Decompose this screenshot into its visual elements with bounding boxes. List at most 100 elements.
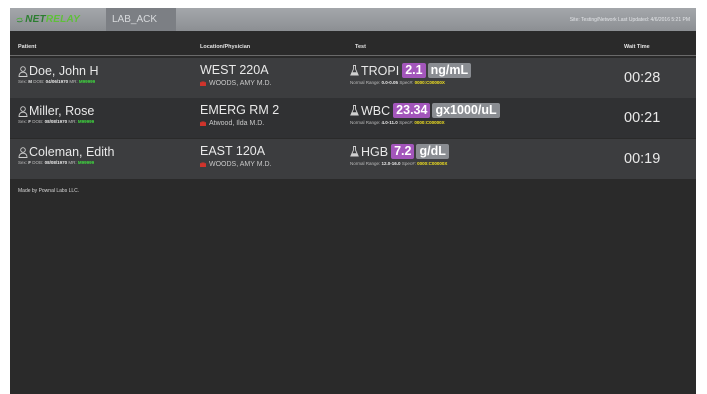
table-row[interactable]: Miller, Rose Sex: F DOB: 08/08/1970 MR: … [10, 98, 696, 138]
person-icon [18, 146, 28, 158]
person-icon [18, 65, 28, 77]
wait-time: 00:21 [624, 110, 661, 126]
sex-label: Sex: [18, 160, 28, 165]
normal-range-value: 4.0-11.0 [381, 120, 398, 125]
dob-label: DOB: [32, 119, 44, 124]
patient-name: Coleman, Edith [18, 145, 198, 159]
column-header-test[interactable]: Test [355, 44, 366, 50]
test-line: WBC 23.34 gx1000/uL [350, 103, 620, 118]
footer-credit: Made by Pownal Labs LLC. [18, 188, 80, 194]
site-info: Site: Testing/Network Last Updated: 4/6/… [569, 16, 690, 23]
table-row[interactable]: Doe, John H Sex: M DOB: 04/06/1970 MR: M… [10, 58, 696, 98]
mr-label: MR: [69, 79, 78, 84]
flask-icon [350, 105, 359, 116]
test-unit-badge: ng/mL [427, 63, 472, 78]
logo-net: NET [25, 14, 46, 25]
flask-icon [350, 65, 359, 76]
test-cell: WBC 23.34 gx1000/uL Normal Range: 4.0-11… [350, 103, 620, 125]
briefcase-icon [200, 121, 206, 126]
normal-range-value: 0.0-0.05 [381, 80, 399, 85]
spec-label: Spec#: [399, 80, 414, 85]
patient-mrn: M99999 [77, 119, 95, 124]
spec-number: 0000:C00000X [414, 120, 445, 125]
patient-meta: Sex: M DOB: 04/06/1970 MR: M99999 [18, 79, 198, 84]
patient-meta: Sex: F DOB: 08/08/1970 MR: M99999 [18, 160, 198, 165]
patient-cell: Miller, Rose Sex: F DOB: 08/08/1970 MR: … [18, 104, 198, 124]
test-value-badge: 7.2 [391, 144, 415, 159]
column-header-wait[interactable]: Wait Time [624, 44, 650, 50]
patient-name-text: Miller, Rose [29, 104, 95, 118]
spec-label: Spec#: [401, 161, 416, 166]
location-cell: EAST 120A WOODS, AMY M.D. [200, 144, 350, 168]
flask-icon [350, 146, 359, 157]
column-headers: Patient Location/Physician Test Wait Tim… [10, 42, 696, 55]
app-screen: NETRELAY LAB_ACK Site: Testing/Network L… [10, 8, 696, 394]
app-logo[interactable]: NETRELAY [10, 8, 80, 31]
patient-meta: Sex: F DOB: 08/08/1970 MR: M99999 [18, 119, 198, 124]
spec-label: Spec#: [399, 120, 414, 125]
location-text: EAST 120A [200, 144, 266, 158]
mr-label: MR: [68, 160, 77, 165]
column-header-location[interactable]: Location/Physician [200, 44, 250, 50]
patient-name-text: Coleman, Edith [29, 145, 115, 159]
briefcase-icon [200, 81, 206, 86]
column-header-patient[interactable]: Patient [18, 44, 36, 50]
briefcase-icon [200, 162, 206, 167]
person-icon [18, 105, 28, 117]
physician: WOODS, AMY M.D. [200, 161, 350, 168]
tab-lab-ack[interactable]: LAB_ACK [106, 8, 176, 31]
sex-label: Sex: [18, 79, 28, 84]
spec-number: 0000:C00000X [417, 161, 448, 166]
physician-name: WOODS, AMY M.D. [209, 161, 272, 168]
top-bar: NETRELAY LAB_ACK Site: Testing/Network L… [10, 8, 696, 31]
table-row[interactable]: Coleman, Edith Sex: F DOB: 08/08/1970 MR… [10, 139, 696, 179]
test-name: HGB [361, 144, 389, 159]
patient-dob: 04/06/1970 [45, 79, 69, 84]
location-text: WEST 220A [200, 63, 269, 77]
spec-number: 0000:C00000X [414, 80, 445, 85]
test-value-badge: 23.34 [393, 103, 431, 118]
physician-name: Atwood, Ilda M.D. [209, 120, 265, 127]
patient-sex: F [28, 160, 32, 165]
patient-name-text: Doe, John H [29, 64, 99, 78]
patient-dob: 08/08/1970 [44, 119, 68, 124]
normal-range-label: Normal Range: [350, 120, 381, 125]
test-unit-badge: g/dL [416, 144, 449, 159]
patient-cell: Coleman, Edith Sex: F DOB: 08/08/1970 MR… [18, 145, 198, 165]
test-value-badge: 2.1 [402, 63, 426, 78]
physician: Atwood, Ilda M.D. [200, 120, 350, 127]
relay-arrows-icon [16, 17, 23, 22]
wait-time: 00:19 [624, 151, 661, 167]
wait-time: 00:28 [624, 70, 661, 86]
logo-relay: RELAY [45, 14, 80, 25]
patient-cell: Doe, John H Sex: M DOB: 04/06/1970 MR: M… [18, 64, 198, 84]
physician: WOODS, AMY M.D. [200, 80, 350, 87]
normal-range: Normal Range: 12.0-16.0 Spec#: 0000:C000… [350, 161, 620, 166]
test-unit-badge: gx1000/uL [432, 103, 500, 118]
normal-range-label: Normal Range: [350, 161, 381, 166]
header-divider [10, 55, 696, 56]
location-text: EMERG RM 2 [200, 103, 280, 117]
test-name: WBC [361, 103, 391, 118]
normal-range-value: 12.0-16.0 [381, 161, 401, 166]
patient-sex: F [28, 119, 32, 124]
test-line: TROPI 2.1 ng/mL [350, 63, 620, 78]
patient-name: Miller, Rose [18, 104, 198, 118]
patient-mrn: M99999 [78, 79, 96, 84]
test-name: TROPI [361, 63, 400, 78]
normal-range: Normal Range: 0.0-0.05 Spec#: 0000:C0000… [350, 80, 620, 85]
logo-text: NETRELAY [25, 14, 80, 25]
mr-label: MR: [68, 119, 77, 124]
test-cell: TROPI 2.1 ng/mL Normal Range: 0.0-0.05 S… [350, 63, 620, 85]
location-cell: WEST 220A WOODS, AMY M.D. [200, 63, 350, 87]
test-cell: HGB 7.2 g/dL Normal Range: 12.0-16.0 Spe… [350, 144, 620, 166]
patient-mrn: M99999 [77, 160, 95, 165]
test-line: HGB 7.2 g/dL [350, 144, 620, 159]
normal-range: Normal Range: 4.0-11.0 Spec#: 0000:C0000… [350, 120, 620, 125]
sex-label: Sex: [18, 119, 28, 124]
patient-name: Doe, John H [18, 64, 198, 78]
normal-range-label: Normal Range: [350, 80, 381, 85]
dob-label: DOB: [32, 160, 44, 165]
physician-name: WOODS, AMY M.D. [209, 80, 272, 87]
patient-dob: 08/08/1970 [44, 160, 68, 165]
